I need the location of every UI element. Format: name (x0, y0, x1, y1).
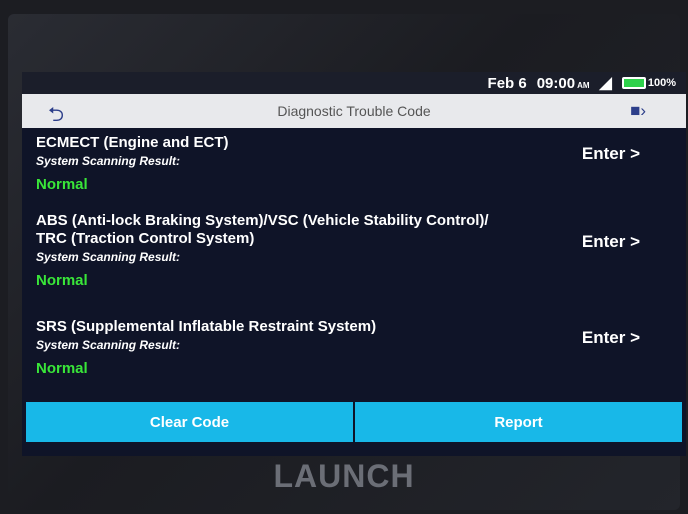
back-arrow-icon[interactable]: ⮌ (48, 100, 64, 134)
system-name: ECMECT (Engine and ECT) (36, 134, 229, 151)
report-button[interactable]: Report (355, 402, 682, 442)
brand-logo: LAUNCH (273, 458, 415, 494)
exit-icon[interactable]: ■› (630, 101, 646, 121)
status-badge: Normal (36, 176, 88, 193)
battery-icon (621, 77, 646, 89)
scan-result-label: System Scanning Result: (36, 250, 181, 264)
system-name-line1: ABS (Anti-lock Braking System)/VSC (Vehi… (36, 212, 489, 229)
page-title: Diagnostic Trouble Code (277, 103, 431, 119)
wifi-icon: ◢ (599, 75, 612, 92)
battery-percent: 100% (647, 77, 676, 89)
system-row-srs[interactable]: SRS (Supplemental Inflatable Restraint S… (36, 318, 676, 377)
battery-indicator: 100% (621, 77, 676, 89)
clear-code-button[interactable]: Clear Code (26, 402, 353, 442)
action-bar: Clear Code Report (26, 402, 682, 442)
status-bar: Feb 6 09:00 AM ◢ 100% (22, 72, 686, 94)
enter-button[interactable]: Enter > (582, 328, 640, 348)
status-time: 09:00 AM (536, 74, 590, 92)
system-row-ecmect[interactable]: ECMECT (Engine and ECT) System Scanning … (36, 134, 676, 193)
scan-result-label: System Scanning Result: (36, 154, 181, 168)
status-date: Feb 6 (487, 74, 527, 92)
scan-result-label: System Scanning Result: (36, 338, 181, 352)
system-name-line2: TRC (Traction Control System) (36, 230, 255, 247)
title-bar: ⮌ Diagnostic Trouble Code ■› (22, 94, 686, 128)
enter-button[interactable]: Enter > (582, 232, 640, 252)
device-screen: Feb 6 09:00 AM ◢ 100% ⮌ Diagnostic Troubl… (22, 72, 686, 456)
system-name: SRS (Supplemental Inflatable Restraint S… (36, 318, 377, 335)
status-badge: Normal (36, 360, 88, 377)
status-badge: Normal (36, 272, 88, 289)
system-row-abs[interactable]: ABS (Anti-lock Braking System)/VSC (Vehi… (36, 212, 676, 289)
enter-button[interactable]: Enter > (582, 144, 640, 164)
